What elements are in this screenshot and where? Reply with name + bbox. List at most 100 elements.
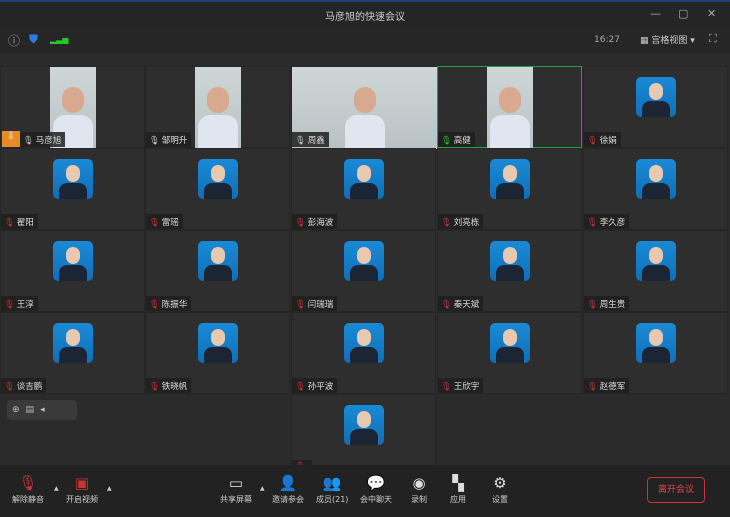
members-button[interactable]: 👥 成员(21): [316, 474, 348, 505]
participant-name: 谈吉鹏: [16, 382, 43, 392]
participant-name: 徐娟: [599, 136, 617, 146]
participant-tile[interactable]: 🎙 王欣宇: [437, 312, 582, 394]
participant-label: 🎙 王欣宇: [438, 378, 484, 393]
video-options-caret[interactable]: ▲: [107, 485, 112, 492]
mic-muted-icon: 🎙: [295, 300, 306, 310]
participant-tile[interactable]: 🎙 孙平波: [291, 312, 436, 394]
share-options-caret[interactable]: ▲: [260, 485, 265, 492]
participant-tile[interactable]: 🎙 徐娟: [583, 66, 728, 148]
participant-tile[interactable]: 🎙 谈吉鹏: [0, 312, 145, 394]
participant-tile[interactable]: 🎙 赵德军: [583, 312, 728, 394]
participant-tile[interactable]: 🎙 周生贵: [583, 230, 728, 312]
participant-label: 🎙 雷瑶: [146, 214, 183, 229]
participant-tile[interactable]: 🎙 王淳: [0, 230, 145, 312]
collapse-icon[interactable]: ◂: [40, 405, 45, 415]
participant-avatar: [197, 159, 238, 199]
mic-muted-icon: 🎙: [4, 382, 15, 392]
gear-icon: ⚙: [493, 474, 507, 492]
participant-tile[interactable]: 🎙 邹明升: [145, 66, 290, 149]
participant-tile[interactable]: 🎙: [291, 394, 436, 476]
mic-muted-icon: 🎙: [149, 382, 160, 392]
close-button[interactable]: ✕: [707, 7, 716, 20]
participant-name: 周鑫: [307, 136, 325, 146]
participant-tile[interactable]: 🎙 闫瑞瑞: [291, 230, 436, 312]
camera-off-icon: ▣: [74, 474, 90, 492]
participant-tile[interactable]: ⇩ 🎙 马彦旭: [0, 66, 145, 149]
participant-tile[interactable]: 🎙 彭海波: [291, 148, 436, 230]
caption-icon[interactable]: ▤: [26, 405, 35, 415]
share-screen-icon: ▭: [228, 474, 244, 492]
participant-avatar: [343, 323, 384, 363]
signal-icon[interactable]: ▂▃▅: [50, 35, 68, 44]
participant-name: 雷瑶: [161, 218, 179, 228]
chat-icon: 💬: [366, 474, 386, 492]
participant-label: 🎙 李久彦: [584, 214, 630, 229]
record-button[interactable]: ◉ 录制: [411, 474, 427, 505]
participant-label: 🎙 王淳: [1, 296, 38, 311]
maximize-button[interactable]: ▢: [678, 7, 688, 20]
participant-tile[interactable]: 🎙 铁晓帆: [145, 312, 290, 394]
globe-icon[interactable]: ⊕: [12, 405, 20, 415]
minimize-button[interactable]: —: [650, 7, 661, 20]
participant-avatar: [635, 241, 676, 281]
add-user-icon: 👤: [278, 474, 298, 492]
mic-muted-icon: 🎙: [587, 300, 598, 310]
mic-muted-icon: 🎙: [441, 300, 452, 310]
chevron-down-icon: ▾: [690, 36, 695, 46]
participant-name: 周生贵: [599, 300, 626, 310]
participant-label: 🎙 周生贵: [584, 296, 630, 311]
participant-tile[interactable]: 🎙 翟阳: [0, 148, 145, 230]
participant-avatar: [343, 241, 384, 281]
info-icon[interactable]: ⓘ: [8, 32, 20, 49]
participant-tile[interactable]: 🎙 雷瑶: [145, 148, 290, 230]
host-icon: ⇩: [2, 131, 20, 147]
participant-tile[interactable]: 🎙 刘亮栋: [437, 148, 582, 230]
participant-video: [195, 67, 241, 149]
participant-avatar: [52, 241, 93, 281]
participant-name: 王淳: [16, 300, 34, 310]
participant-avatar: [343, 405, 384, 445]
start-video-button[interactable]: ▣ 开启视频: [66, 474, 98, 505]
participant-name: 赵德军: [599, 382, 626, 392]
info-bar: ⓘ ⛊ ▂▃▅ 16:27 ▦ 宫格视图 ▾ ⛶: [0, 26, 730, 54]
unmute-button[interactable]: 🎙 解除静音: [12, 474, 44, 505]
share-screen-button[interactable]: ▭ 共享屏幕: [220, 474, 252, 505]
participant-avatar: [52, 159, 93, 199]
participant-avatar: [197, 241, 238, 281]
participant-name: 李久彦: [599, 218, 626, 228]
participant-label: 🎙 铁晓帆: [146, 378, 192, 393]
settings-button[interactable]: ⚙ 设置: [492, 474, 508, 505]
audio-options-caret[interactable]: ▲: [54, 485, 59, 492]
participant-name: 铁晓帆: [161, 382, 188, 392]
participant-avatar: [635, 323, 676, 363]
leave-meeting-button[interactable]: 离开会议: [647, 477, 705, 503]
apps-button[interactable]: ▚ 应用: [450, 474, 466, 505]
participant-label: 🎙 孙平波: [292, 378, 338, 393]
participant-label: 🎙 周鑫: [292, 132, 329, 147]
mic-muted-icon: 🎙: [295, 218, 306, 228]
participant-avatar: [489, 323, 530, 363]
participant-tile[interactable]: 🎙 秦天斌: [437, 230, 582, 312]
participant-label: 🎙 闫瑞瑞: [292, 296, 338, 311]
participant-tile[interactable]: 🎙 高健: [437, 66, 582, 149]
participant-name: 孙平波: [307, 382, 334, 392]
participant-name: 陈振华: [161, 300, 188, 310]
fullscreen-icon[interactable]: ⛶: [709, 32, 717, 46]
chat-button[interactable]: 💬 会中聊天: [360, 474, 392, 505]
participant-tile[interactable]: 🎙 陈振华: [145, 230, 290, 312]
participant-name: 刘亮栋: [453, 218, 480, 228]
view-mode-button[interactable]: ▦ 宫格视图 ▾: [640, 33, 695, 46]
participant-label: 🎙 谈吉鹏: [1, 378, 47, 393]
participant-name: 闫瑞瑞: [307, 300, 334, 310]
participant-avatar: [489, 159, 530, 199]
participant-video: [487, 67, 533, 149]
participant-tile[interactable]: 🎙 李久彦: [583, 148, 728, 230]
participant-tile[interactable]: 🎙 周鑫: [291, 66, 437, 149]
record-icon: ◉: [412, 474, 426, 492]
shield-icon[interactable]: ⛊: [29, 32, 38, 47]
invite-button[interactable]: 👤 邀请参会: [272, 474, 304, 505]
view-mode-label: 宫格视图: [651, 36, 688, 46]
mic-muted-icon: 🎙: [441, 382, 452, 392]
mic-muted-icon: 🎙: [4, 218, 15, 228]
mic-muted-icon: 🎙: [18, 474, 38, 492]
